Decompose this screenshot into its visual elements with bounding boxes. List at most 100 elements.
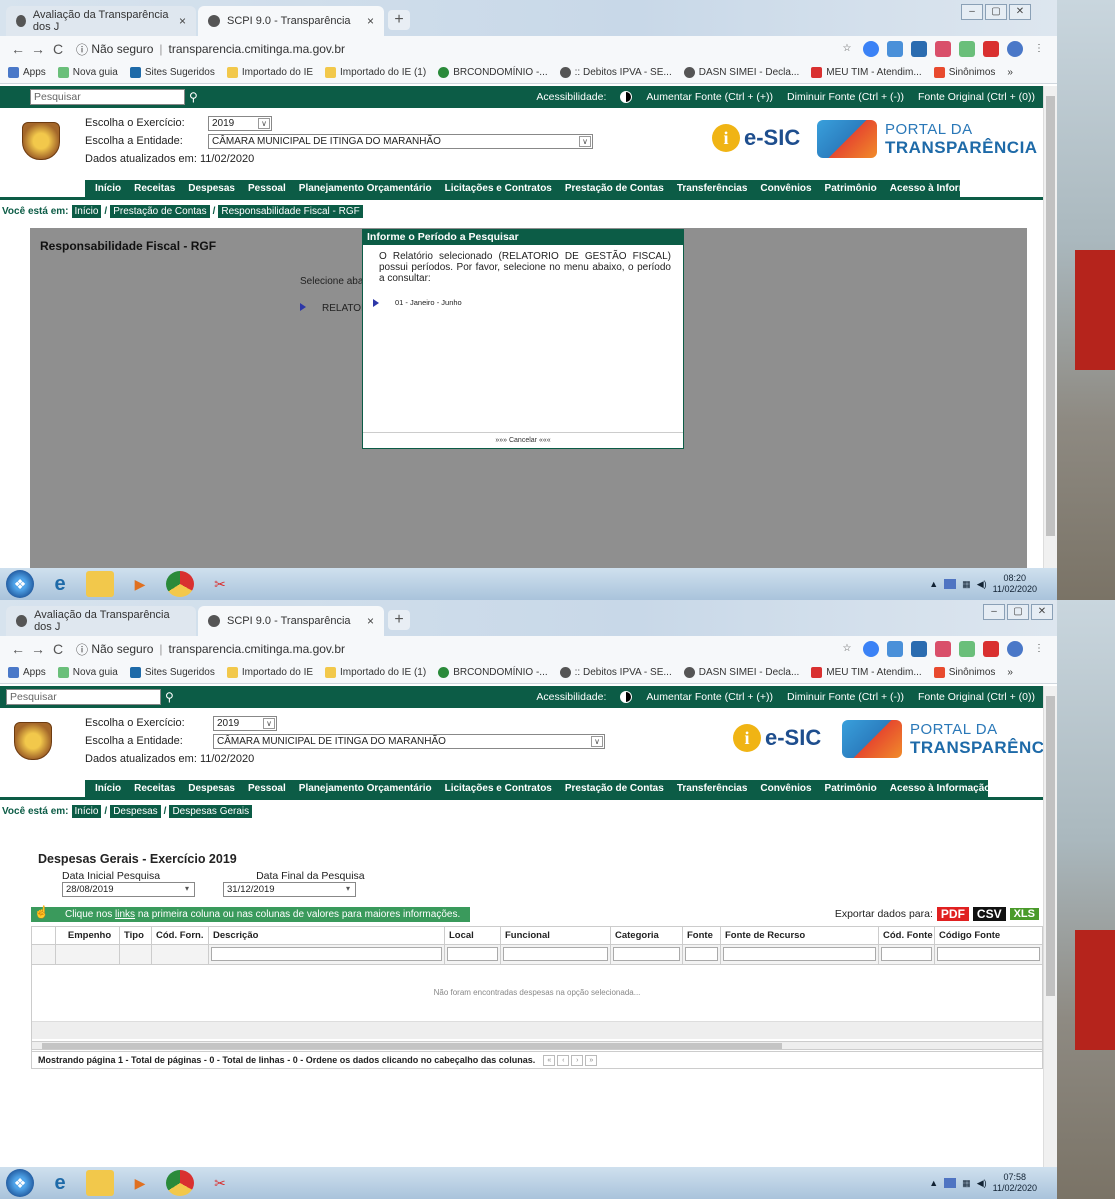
- nav-prestacao[interactable]: Prestação de Contas: [565, 783, 664, 794]
- extension-icon[interactable]: [911, 41, 927, 57]
- last-page-button[interactable]: »: [585, 1054, 598, 1066]
- bookmark-folder[interactable]: Importado do IE (1): [325, 67, 426, 78]
- bookmark-item[interactable]: Nova guia: [57, 67, 118, 78]
- maximize-button[interactable]: ▢: [1007, 604, 1029, 620]
- contrast-icon[interactable]: [620, 691, 633, 703]
- star-icon[interactable]: ☆: [839, 641, 855, 657]
- exercise-select[interactable]: 2019 ∨: [208, 115, 272, 131]
- bookmarks-more[interactable]: »: [1007, 67, 1013, 78]
- col-descricao[interactable]: Descrição: [209, 927, 445, 944]
- bookmark-apps[interactable]: Apps: [8, 67, 46, 78]
- snipping-tool-icon[interactable]: ✂: [206, 571, 234, 597]
- new-tab-button[interactable]: +: [388, 610, 410, 630]
- extension-icon[interactable]: [959, 41, 975, 57]
- export-csv-button[interactable]: CSV: [972, 907, 1006, 921]
- nav-licitacoes[interactable]: Licitações e Contratos: [445, 783, 552, 794]
- ie-icon[interactable]: e: [46, 1170, 74, 1196]
- first-page-button[interactable]: «: [543, 1054, 556, 1066]
- nav-convenios[interactable]: Convênios: [760, 183, 811, 194]
- breadcrumb-rgf[interactable]: Responsabilidade Fiscal - RGF: [218, 204, 363, 218]
- report-link[interactable]: RELATOR: [300, 303, 368, 314]
- esic-logo[interactable]: i e-SIC: [712, 124, 800, 152]
- forward-icon[interactable]: →: [28, 641, 48, 657]
- close-window-button[interactable]: ✕: [1009, 4, 1031, 20]
- breadcrumb-despesas-gerais[interactable]: Despesas Gerais: [169, 804, 253, 818]
- nav-prestacao[interactable]: Prestação de Contas: [565, 183, 664, 194]
- nav-pessoal[interactable]: Pessoal: [248, 783, 286, 794]
- extension-icon[interactable]: [935, 641, 951, 657]
- extension-icon[interactable]: [863, 641, 879, 657]
- next-page-button[interactable]: ›: [571, 1054, 584, 1066]
- filter-codigo-fonte-input[interactable]: [937, 947, 1040, 961]
- extension-icon[interactable]: [863, 41, 879, 57]
- col-codigo-fonte[interactable]: Código Fonte: [935, 927, 1042, 944]
- volume-icon[interactable]: ◀): [977, 579, 987, 590]
- close-icon[interactable]: ×: [169, 14, 186, 28]
- nav-acesso[interactable]: Acesso à Informação: [890, 783, 991, 794]
- tab-scpi[interactable]: SCPI 9.0 - Transparência ×: [198, 606, 384, 636]
- extension-icon[interactable]: [959, 641, 975, 657]
- search-icon[interactable]: ⚲: [189, 90, 198, 104]
- entity-select[interactable]: CÂMARA MUNICIPAL DE ITINGA DO MARANHÃO ∨: [213, 733, 605, 749]
- bookmark-item[interactable]: :: Debitos IPVA - SE...: [559, 667, 672, 678]
- period-option[interactable]: 01 - Janeiro - Junho: [373, 298, 683, 307]
- extension-icon[interactable]: [911, 641, 927, 657]
- nav-convenios[interactable]: Convênios: [760, 783, 811, 794]
- bookmark-item[interactable]: Sinônimos: [933, 67, 995, 78]
- url-field[interactable]: ⓘ Não seguro | transparencia.cmitinga.ma…: [76, 41, 345, 58]
- col-fonte[interactable]: Fonte: [683, 927, 721, 944]
- menu-icon[interactable]: ⋮: [1031, 41, 1047, 57]
- breadcrumb-inicio[interactable]: Início: [71, 804, 102, 818]
- nav-patrimonio[interactable]: Patrimônio: [825, 183, 877, 194]
- grid-horizontal-scrollbar[interactable]: [31, 1041, 1043, 1050]
- nav-inicio[interactable]: Início: [95, 783, 121, 794]
- breadcrumb-despesas[interactable]: Despesas: [110, 804, 161, 818]
- nav-planejamento[interactable]: Planejamento Orçamentário: [299, 183, 432, 194]
- font-decrease-link[interactable]: Diminuir Fonte (Ctrl + (-)): [787, 91, 904, 103]
- url-field[interactable]: ⓘ Não seguro | transparencia.cmitinga.ma…: [76, 641, 345, 658]
- breadcrumb-prestacao[interactable]: Prestação de Contas: [110, 204, 210, 218]
- col-tipo[interactable]: Tipo: [120, 927, 152, 944]
- tab-avaliacao[interactable]: Avaliação da Transparência dos J: [6, 606, 196, 636]
- media-player-icon[interactable]: ▶: [126, 571, 154, 597]
- extension-icon[interactable]: [983, 41, 999, 57]
- nav-planejamento[interactable]: Planejamento Orçamentário: [299, 783, 432, 794]
- filter-descricao-input[interactable]: [211, 947, 442, 961]
- nav-despesas[interactable]: Despesas: [188, 183, 235, 194]
- search-input[interactable]: Pesquisar: [6, 689, 161, 705]
- nav-transferencias[interactable]: Transferências: [677, 183, 748, 194]
- filter-fonte-input[interactable]: [685, 947, 718, 961]
- filter-funcional-input[interactable]: [503, 947, 608, 961]
- profile-avatar[interactable]: [1007, 641, 1023, 657]
- network-icon[interactable]: ▦: [962, 579, 971, 590]
- star-icon[interactable]: ☆: [839, 41, 855, 57]
- page-scrollbar[interactable]: [1043, 86, 1057, 568]
- back-icon[interactable]: ←: [8, 641, 28, 657]
- tab-avaliacao[interactable]: Avaliação da Transparência dos J ×: [6, 6, 196, 36]
- bookmark-item[interactable]: MEU TIM - Atendim...: [811, 67, 922, 78]
- page-scrollbar[interactable]: [1043, 686, 1057, 1167]
- forward-icon[interactable]: →: [28, 41, 48, 57]
- col-categoria[interactable]: Categoria: [611, 927, 683, 944]
- font-decrease-link[interactable]: Diminuir Fonte (Ctrl + (-)): [787, 691, 904, 703]
- action-center-icon[interactable]: [944, 579, 957, 589]
- minimize-button[interactable]: –: [983, 604, 1005, 620]
- folder-icon[interactable]: [86, 1170, 114, 1196]
- media-player-icon[interactable]: ▶: [126, 1170, 154, 1196]
- reload-icon[interactable]: C: [48, 41, 68, 57]
- search-input[interactable]: Pesquisar: [30, 89, 185, 105]
- col-cod-forn[interactable]: Cód. Forn.: [152, 927, 209, 944]
- filter-fonte-recurso-input[interactable]: [723, 947, 876, 961]
- font-original-link[interactable]: Fonte Original (Ctrl + (0)): [918, 91, 1035, 103]
- nav-transferencias[interactable]: Transferências: [677, 783, 748, 794]
- back-icon[interactable]: ←: [8, 41, 28, 57]
- folder-icon[interactable]: [86, 571, 114, 597]
- close-icon[interactable]: ×: [357, 14, 374, 28]
- col-local[interactable]: Local: [445, 927, 501, 944]
- nav-licitacoes[interactable]: Licitações e Contratos: [445, 183, 552, 194]
- col-funcional[interactable]: Funcional: [501, 927, 611, 944]
- clock[interactable]: 07:58 11/02/2020: [993, 1172, 1037, 1194]
- nav-pessoal[interactable]: Pessoal: [248, 183, 286, 194]
- start-button[interactable]: ❖: [6, 570, 34, 598]
- filter-cod-fonte-input[interactable]: [881, 947, 932, 961]
